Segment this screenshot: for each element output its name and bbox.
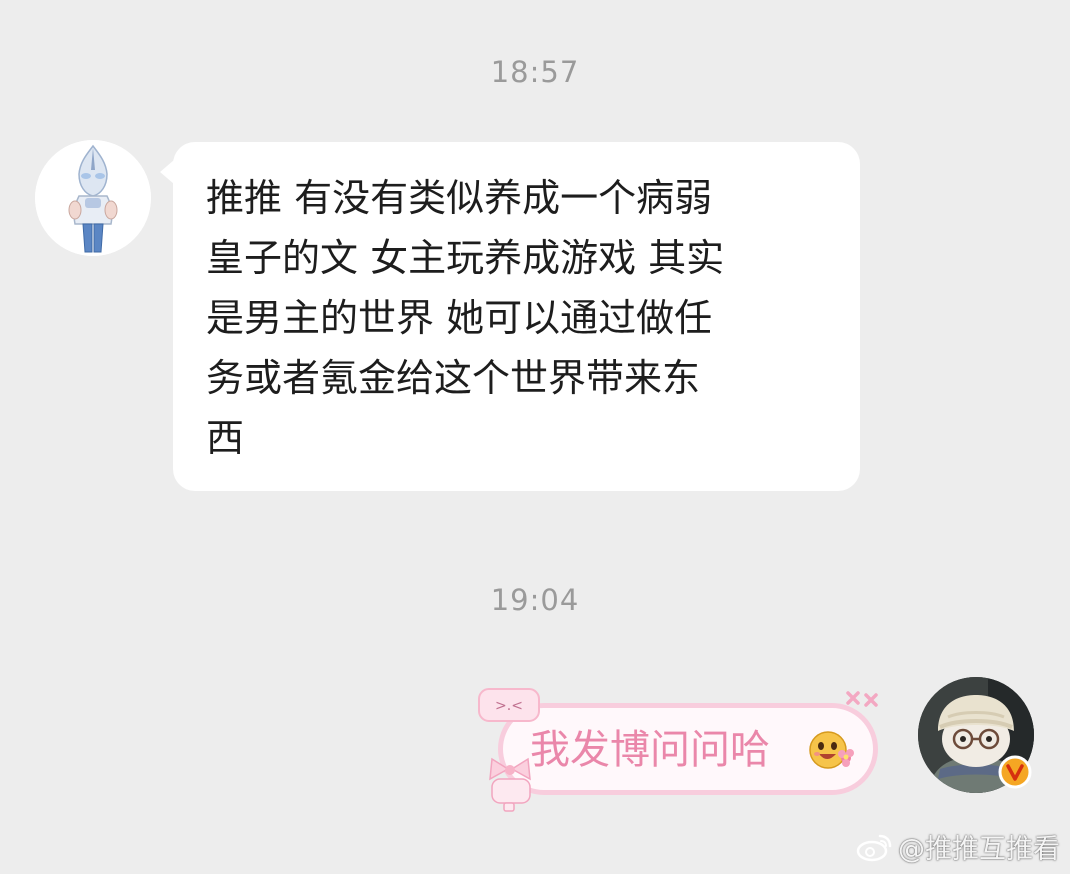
timestamp: 18:57 — [490, 55, 580, 89]
contact-avatar[interactable] — [35, 140, 151, 256]
decor-x-marks-icon — [846, 691, 878, 707]
watermark: @推推互推看 — [856, 827, 1060, 866]
robot-hero-figure-icon — [35, 140, 151, 256]
weibo-logo-icon — [856, 834, 892, 861]
sticker-tag-text: >.< — [495, 698, 523, 714]
outgoing-message-text: 我发博问问哈 — [530, 727, 770, 773]
incoming-message-bubble[interactable]: 推推 有没有类似养成一个病弱 皇子的文 女主玩养成游戏 其实 是男主的世界 她可… — [160, 142, 860, 491]
message-line: 是男主的世界 她可以通过做任 — [206, 296, 713, 340]
outgoing-message-bubble[interactable]: >.< 我发博问问哈 — [476, 683, 899, 813]
timestamp: 19:04 — [490, 583, 580, 617]
message-line: 推推 有没有类似养成一个病弱 — [206, 176, 713, 220]
smiling-face-with-flower-emoji — [809, 731, 854, 769]
sticker-tag-icon: >.< — [478, 688, 540, 722]
watermark-text: @推推互推看 — [898, 834, 1060, 865]
bubble-tail — [160, 160, 174, 184]
verified-badge-icon — [998, 755, 1032, 789]
message-line: 务或者氪金给这个世界带来东 — [206, 356, 701, 400]
user-avatar[interactable] — [918, 677, 1034, 793]
message-line: 皇子的文 女主玩养成游戏 其实 — [206, 236, 725, 280]
incoming-message-text: 推推 有没有类似养成一个病弱 皇子的文 女主玩养成游戏 其实 是男主的世界 她可… — [206, 168, 836, 468]
message-line: 西 — [206, 416, 245, 460]
